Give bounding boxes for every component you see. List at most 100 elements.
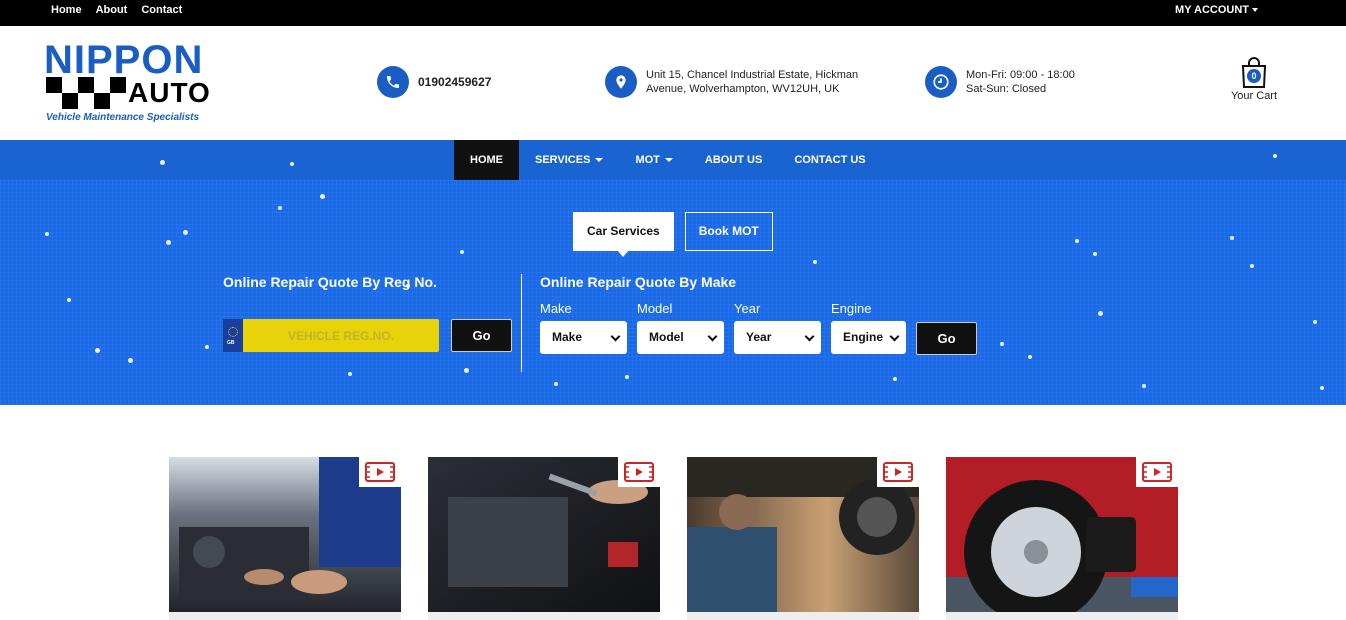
address-line-2: Avenue, Wolverhampton, WV12UH, UK (646, 83, 840, 95)
year-label: Year (734, 301, 761, 316)
video-play-icon[interactable] (1136, 457, 1178, 487)
card-footer-strip (169, 612, 401, 620)
site-logo[interactable]: NIPPON AUTO Vehicle Maintenance Speciali… (44, 40, 216, 126)
snowflake (67, 298, 71, 302)
nav-label-mot: MOT (635, 154, 660, 166)
snowflake (464, 368, 469, 373)
service-cards (169, 457, 1178, 620)
make-label: Make (540, 301, 572, 316)
snowflake (1000, 342, 1004, 346)
plate-country-code: GB (227, 340, 235, 346)
top-bar: Home About Contact MY ACCOUNT (0, 0, 1346, 26)
engine-select-value: Engine (843, 330, 884, 344)
logo-text-nippon: NIPPON (44, 38, 204, 82)
top-link-contact[interactable]: Contact (141, 4, 182, 16)
snowflake (348, 372, 352, 376)
hours-weekend: Sat-Sun: Closed (966, 83, 1047, 95)
card-footer-strip (687, 612, 919, 620)
address-line-1: Unit 15, Chancel Industrial Estate, Hick… (646, 69, 859, 81)
my-account-label: MY ACCOUNT (1175, 4, 1249, 16)
service-card[interactable] (428, 457, 660, 620)
nav-label-contact-us: CONTACT US (794, 154, 866, 166)
tab-book-mot[interactable]: Book MOT (684, 212, 773, 251)
reg-quote-title: Online Repair Quote By Reg No. (223, 274, 437, 290)
snowflake (183, 230, 188, 235)
video-play-icon[interactable] (618, 457, 660, 487)
snowflake (278, 206, 282, 210)
top-link-home[interactable]: Home (51, 4, 82, 16)
service-card[interactable] (687, 457, 919, 620)
snowflake (166, 240, 171, 245)
snowflake (290, 162, 294, 166)
chevron-down-icon (889, 331, 900, 342)
model-select-value: Model (649, 330, 684, 344)
snowflake (1028, 355, 1032, 359)
snowflake (45, 232, 49, 236)
snowflake (1250, 264, 1254, 268)
engine-label: Engine (831, 301, 872, 316)
caret-down-icon (664, 158, 673, 162)
video-play-icon[interactable] (359, 457, 401, 487)
service-card[interactable] (946, 457, 1178, 620)
phone-number: 01902459627 (418, 75, 492, 89)
chevron-down-icon (610, 331, 621, 342)
snowflake (1313, 320, 1317, 324)
nav-item-contact-us[interactable]: CONTACT US (778, 140, 881, 180)
hours-weekday: Mon-Fri: 09:00 - 18:00 (966, 69, 1075, 81)
chevron-down-icon (804, 331, 815, 342)
service-tabs: Car Services Book MOT (573, 212, 773, 257)
snowflake (1075, 239, 1079, 243)
service-card[interactable] (169, 457, 401, 620)
card-footer-strip (428, 612, 660, 620)
header-hours: Mon-Fri: 09:00 - 18:00 Sat-Sun: Closed (925, 66, 1075, 98)
card-footer-strip (946, 612, 1178, 620)
snowflake (1320, 386, 1324, 390)
my-account-dropdown[interactable]: MY ACCOUNT (1175, 4, 1258, 16)
year-select-value: Year (746, 330, 772, 344)
nav-item-services[interactable]: SERVICES (519, 140, 619, 180)
model-label: Model (637, 301, 673, 316)
main-nav: HOME SERVICES MOT ABOUT US CONTACT US (0, 140, 1346, 180)
top-links: Home About Contact (51, 4, 182, 16)
snowflake (406, 284, 410, 288)
snowflake (1230, 236, 1234, 240)
logo-tagline: Vehicle Maintenance Specialists (46, 112, 200, 123)
shopping-bag-icon: 0 (1240, 56, 1268, 88)
year-select[interactable]: Year (734, 321, 821, 354)
nav-item-about-us[interactable]: ABOUT US (689, 140, 778, 180)
quote-hero: Car Services Book MOT Online Repair Quot… (0, 154, 1346, 405)
reg-number-input[interactable] (243, 319, 439, 352)
location-pin-icon (605, 66, 637, 98)
snowflake (813, 260, 817, 264)
nav-item-home[interactable]: HOME (454, 140, 519, 180)
caret-down-icon (1252, 8, 1258, 12)
site-header: NIPPON AUTO Vehicle Maintenance Speciali… (0, 26, 1346, 140)
tab-car-services[interactable]: Car Services (573, 212, 674, 257)
header-phone[interactable]: 01902459627 (377, 66, 491, 98)
make-select[interactable]: Make (540, 321, 627, 354)
checker-flag-icon (46, 77, 126, 109)
model-select[interactable]: Model (637, 321, 724, 354)
phone-icon (377, 66, 409, 98)
snowflake (460, 250, 464, 254)
eu-flag-icon: GB (223, 319, 243, 352)
header-address: Unit 15, Chancel Industrial Estate, Hick… (605, 66, 858, 98)
top-link-about[interactable]: About (96, 4, 128, 16)
quote-divider (521, 274, 522, 372)
nav-label-home: HOME (470, 154, 503, 166)
snowflake (1273, 154, 1277, 158)
reg-plate: GB (223, 319, 439, 352)
nav-item-mot[interactable]: MOT (619, 140, 688, 180)
make-select-value: Make (552, 330, 583, 344)
video-play-icon[interactable] (877, 457, 919, 487)
engine-select[interactable]: Engine (831, 321, 906, 354)
reg-go-button[interactable]: Go (451, 319, 512, 352)
snowflake (554, 382, 558, 386)
snowflake (95, 348, 100, 353)
snowflake (893, 377, 897, 381)
snowflake (320, 194, 325, 199)
cart-button[interactable]: 0 Your Cart (1226, 56, 1282, 102)
make-quote-title: Online Repair Quote By Make (540, 274, 737, 290)
make-go-button[interactable]: Go (916, 322, 977, 355)
nav-label-services: SERVICES (535, 154, 591, 166)
